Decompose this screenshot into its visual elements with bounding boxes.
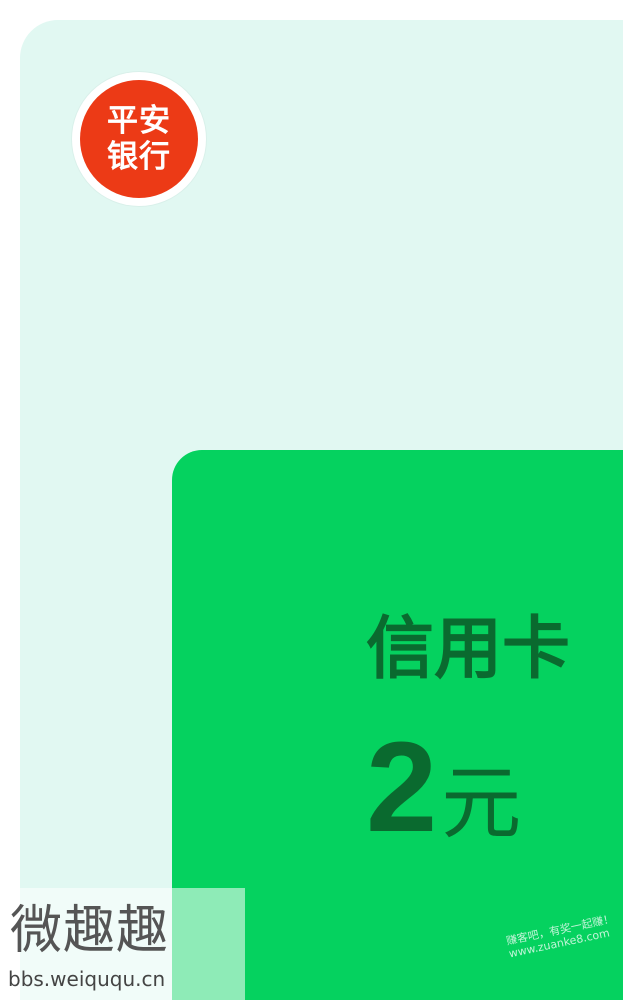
site-watermark-url: bbs.weiququ.cn [8,967,166,991]
logo-text-line2: 银行 [107,139,171,175]
reward-amount: 2元 [366,718,521,874]
screenshot-page: 平安 银行 信用卡 2元 赚客吧，有奖一起赚！ www.zuanke8.com … [0,0,623,1000]
logo-text-line1: 平安 [107,103,171,139]
amount-unit: 元 [441,757,522,850]
reward-title: 信用卡 [366,610,571,689]
site-watermark-title: 微趣趣 [10,901,170,961]
ping-an-bank-logo: 平安 银行 [80,80,198,198]
amount-value: 2 [366,716,438,859]
